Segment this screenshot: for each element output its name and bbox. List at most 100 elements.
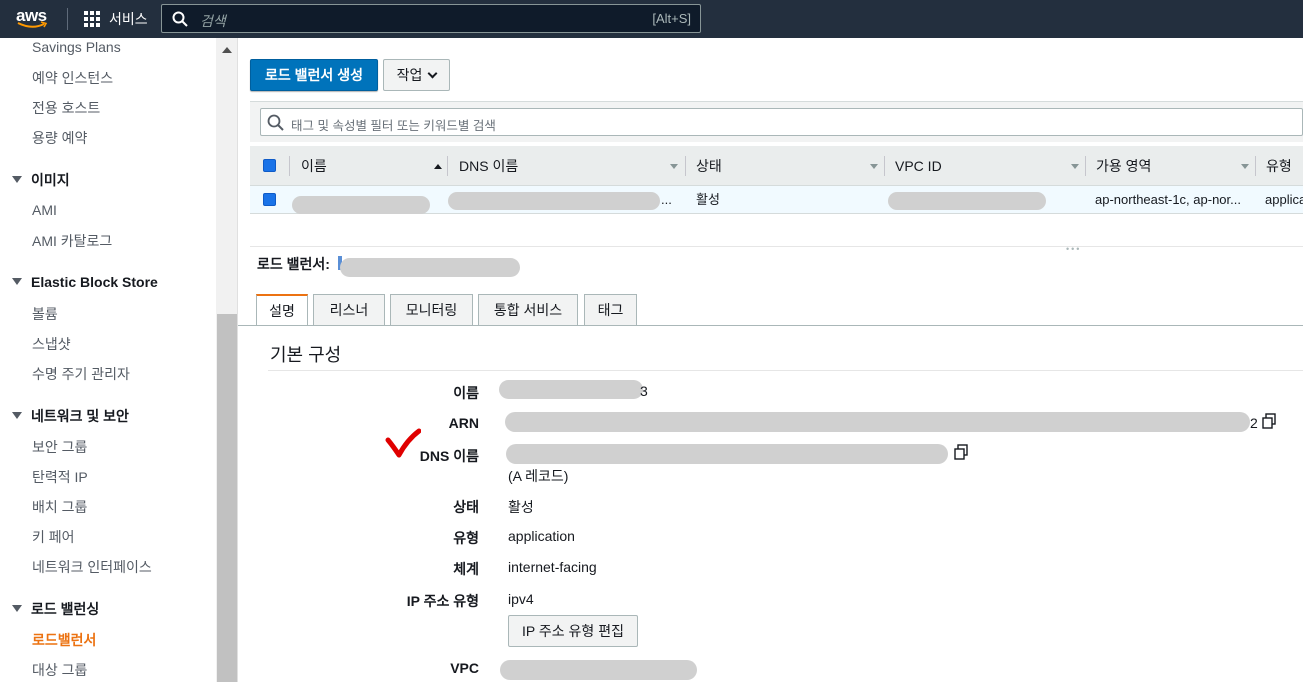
actions-label: 작업 — [396, 67, 423, 83]
arn-value-suffix: 2 — [1250, 415, 1258, 431]
sidebar-navigation: Savings Plans 예약 인스턴스 전용 호스트 용량 예약 이미지 A… — [0, 38, 216, 682]
edit-ip-address-type-button[interactable]: IP 주소 유형 편집 — [508, 615, 638, 647]
section-title: 기본 구성 — [270, 345, 342, 365]
actions-dropdown-button[interactable]: 작업 — [383, 59, 450, 91]
field-label-arn: ARN — [448, 415, 479, 431]
search-shortcut-hint: [Alt+S] — [652, 11, 691, 26]
sidebar-item-load-balancers[interactable]: 로드밸런서 — [32, 630, 96, 650]
top-navigation-bar: aws 서비스 검색 [Alt+S] — [0, 0, 1303, 38]
column-label: DNS 이름 — [459, 158, 519, 174]
column-divider — [1085, 156, 1086, 176]
tab-listeners[interactable]: 리스너 — [313, 294, 385, 325]
search-icon — [172, 11, 188, 27]
row-checkbox[interactable] — [263, 193, 276, 206]
sidebar-group-images[interactable]: 이미지 — [12, 170, 70, 190]
sidebar-item-capacity-reservations[interactable]: 용량 예약 — [32, 128, 87, 148]
column-divider — [289, 156, 290, 176]
sidebar-item-target-groups[interactable]: 대상 그룹 — [32, 660, 87, 680]
sidebar-item-network-interfaces[interactable]: 네트워크 인터페이스 — [32, 557, 152, 577]
resize-dots-icon: ••• — [1066, 244, 1082, 254]
filter-search-input[interactable]: 태그 및 속성별 필터 또는 키워드별 검색 — [260, 108, 1303, 136]
field-label-vpc: VPC — [450, 660, 479, 676]
pane-resize-handle[interactable]: ••• — [250, 244, 1303, 254]
redacted-name-value — [499, 380, 643, 399]
selected-load-balancer-label: 로드 밸런서: — [257, 256, 330, 272]
field-label-type: 유형 — [453, 530, 479, 546]
sidebar-group-label: Elastic Block Store — [31, 274, 158, 290]
section-divider — [268, 370, 1303, 371]
sort-ascending-icon — [434, 164, 442, 169]
sidebar-item-lifecycle-manager[interactable]: 수명 주기 관리자 — [32, 364, 130, 384]
state-value: 활성 — [508, 499, 534, 515]
services-menu-button[interactable]: 서비스 — [84, 9, 148, 29]
sidebar-item-snapshots[interactable]: 스냅샷 — [32, 334, 71, 354]
main-content: 로드 밸런서 생성 작업 태그 및 속성별 필터 또는 키워드별 검색 이름 D… — [238, 38, 1303, 682]
field-label-scheme: 체계 — [453, 561, 479, 577]
field-label-dns-name: DNS 이름 — [419, 448, 479, 464]
ip-address-type-value: ipv4 — [508, 591, 534, 607]
sidebar-item-key-pairs[interactable]: 키 페어 — [32, 527, 75, 547]
sidebar-group-label: 이미지 — [31, 172, 70, 188]
scrollbar-thumb[interactable] — [217, 314, 237, 682]
sidebar-group-load-balancing[interactable]: 로드 밸런싱 — [12, 599, 99, 619]
dns-truncation: ... — [661, 192, 672, 207]
table-row[interactable]: ... 활성 ap-northeast-1c, ap-nor... applic… — [250, 186, 1303, 214]
tab-tags[interactable]: 태그 — [584, 294, 637, 325]
sidebar-item-placement-groups[interactable]: 배치 그룹 — [32, 497, 87, 517]
column-label: 이름 — [301, 158, 327, 174]
redacted-dns-name — [448, 192, 660, 210]
redacted-load-balancer-name — [340, 258, 520, 277]
red-checkmark-annotation-icon — [385, 428, 421, 458]
redacted-name — [292, 196, 430, 214]
table-header: 이름 DNS 이름 상태 VPC ID 가용 영역 유형 — [250, 146, 1303, 186]
field-label-name: 이름 — [453, 385, 479, 401]
tab-description[interactable]: 설명 — [256, 294, 308, 326]
sort-icon — [670, 164, 678, 169]
services-label: 서비스 — [109, 11, 148, 27]
column-divider — [1255, 156, 1256, 176]
redacted-vpc-id — [888, 192, 1046, 210]
column-header-type[interactable]: 유형 — [1266, 146, 1303, 186]
collapse-triangle-icon — [12, 412, 22, 419]
sidebar-item-savings-plans[interactable]: Savings Plans — [32, 39, 121, 55]
column-header-vpc-id[interactable]: VPC ID — [895, 146, 1085, 186]
sidebar-item-reserved-instances[interactable]: 예약 인스턴스 — [32, 68, 113, 88]
column-header-name[interactable]: 이름 — [301, 146, 447, 186]
column-header-availability-zone[interactable]: 가용 영역 — [1096, 146, 1256, 186]
create-load-balancer-button[interactable]: 로드 밸런서 생성 — [250, 59, 378, 91]
collapse-triangle-icon — [12, 176, 22, 183]
copy-icon[interactable] — [1261, 413, 1277, 429]
sidebar-group-network-security[interactable]: 네트워크 및 보안 — [12, 406, 129, 426]
column-divider — [685, 156, 686, 176]
column-header-state[interactable]: 상태 — [696, 146, 882, 186]
select-all-checkbox[interactable] — [263, 159, 276, 172]
column-label: 유형 — [1266, 158, 1292, 174]
field-label-state: 상태 — [453, 499, 479, 515]
sidebar-item-dedicated-hosts[interactable]: 전용 호스트 — [32, 98, 100, 118]
sidebar-item-volumes[interactable]: 볼륨 — [32, 304, 58, 324]
redacted-dns-value — [506, 444, 948, 464]
dns-record-note: (A 레코드) — [508, 468, 569, 484]
column-label: VPC ID — [895, 158, 942, 174]
collapse-triangle-icon — [12, 278, 22, 285]
aws-logo[interactable]: aws — [16, 5, 52, 31]
sidebar-item-ami-catalog[interactable]: AMI 카탈로그 — [32, 231, 112, 251]
sidebar-item-ami[interactable]: AMI — [32, 202, 57, 218]
sidebar-group-ebs[interactable]: Elastic Block Store — [12, 274, 158, 290]
column-header-dns-name[interactable]: DNS 이름 — [459, 146, 685, 186]
grid-icon — [84, 11, 100, 27]
copy-icon[interactable] — [953, 444, 969, 460]
type-value: application — [508, 528, 575, 544]
tab-monitoring[interactable]: 모니터링 — [390, 294, 473, 325]
sidebar-item-elastic-ip[interactable]: 탄력적 IP — [32, 467, 88, 487]
nav-divider — [67, 8, 68, 30]
scroll-up-arrow-icon[interactable] — [222, 47, 232, 53]
tabs-divider — [238, 325, 1303, 326]
sidebar-item-security-groups[interactable]: 보안 그룹 — [32, 437, 87, 457]
search-icon — [267, 114, 284, 131]
tab-integrated-services[interactable]: 통합 서비스 — [478, 294, 578, 325]
sidebar-scrollbar[interactable] — [216, 38, 238, 682]
search-placeholder: 검색 — [200, 13, 226, 29]
global-search-input[interactable]: 검색 [Alt+S] — [161, 4, 701, 33]
row-availability-zones: ap-northeast-1c, ap-nor... — [1095, 192, 1241, 207]
